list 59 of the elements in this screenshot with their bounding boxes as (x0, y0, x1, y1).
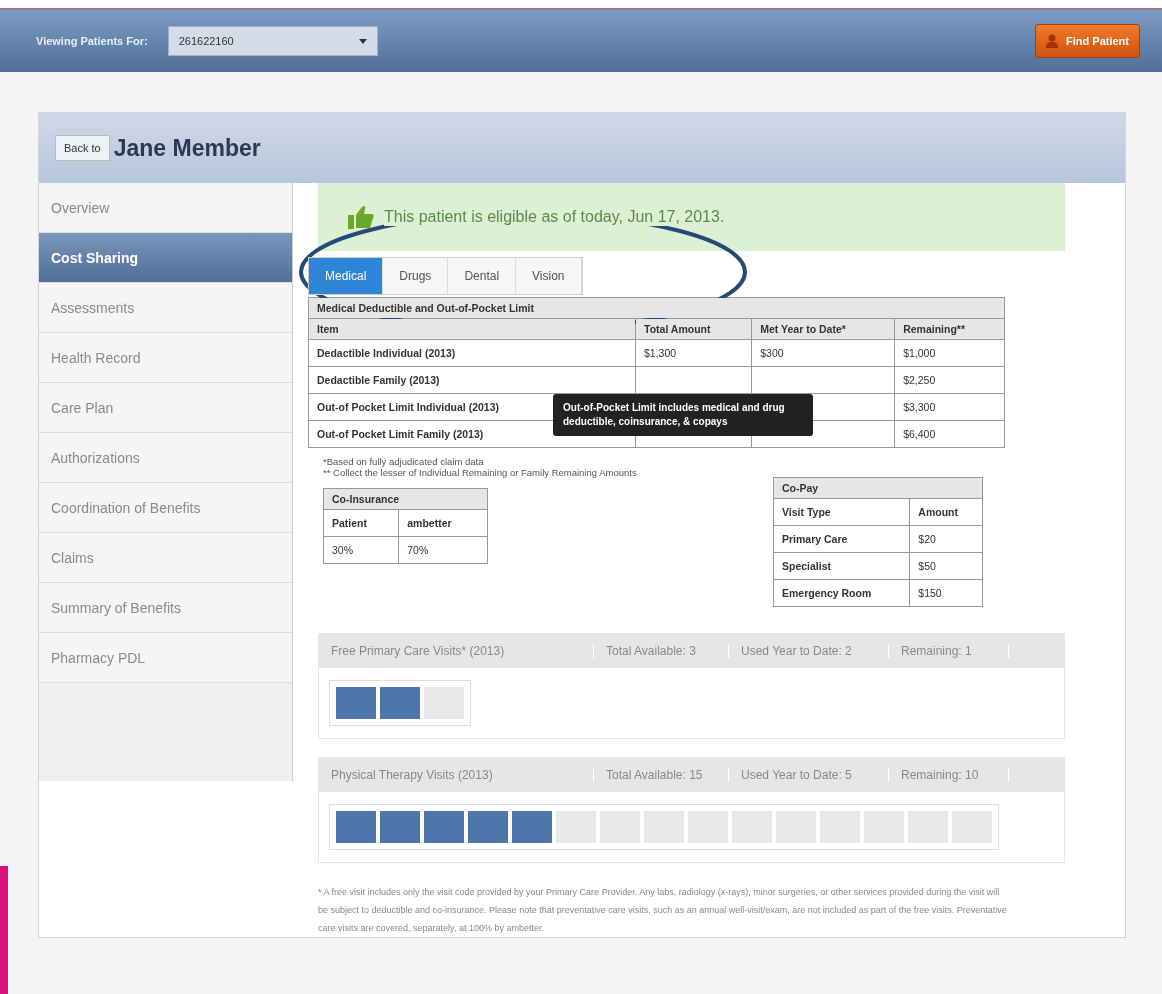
table-cell: 70% (398, 536, 488, 564)
table-cell: Primary Care (773, 525, 910, 553)
table-cell: $1,000 (894, 339, 1005, 367)
visit-title: Free Primary Care Visits* (2013) (319, 644, 594, 658)
caret-icon (358, 38, 367, 44)
column-header: Item (308, 318, 636, 340)
sidebar-item[interactable]: Overview (39, 183, 292, 233)
table-cell: $2,250 (894, 366, 1005, 394)
table-cell: 30% (323, 536, 399, 564)
patient-select[interactable]: 261622160 (167, 26, 378, 56)
table-cell: $150 (909, 579, 983, 607)
sidebar-item[interactable]: Health Record (39, 333, 292, 383)
used-to-date: Used Year to Date: 5 (729, 768, 889, 782)
table-title: Medical Deductible and Out-of-Pocket Limit (308, 297, 1005, 319)
disclaimer: * A free visit includes only the visit code provided by your Primary Care Provider. Any labs, radiology (x-rays), minor surgeries, or other services provided during the visit will be subject to deductible and co-insurance. Please note that preventative care visits, such as an annual well-visit/exam, are not included as part of the free visits. Preventative care visits are covered, separately, at 100% by ambetter. (318, 886, 1008, 935)
total-available: Total Available: 3 (594, 644, 729, 658)
remaining-count: Remaining: 10 (889, 768, 1009, 782)
column-header: Patient (323, 509, 399, 537)
table-cell: $1,300 (635, 339, 752, 367)
remaining-count: Remaining: 1 (889, 644, 1009, 658)
table-cell: $50 (909, 552, 983, 580)
sidebar-item[interactable]: Claims (39, 533, 292, 583)
used-to-date: Used Year to Date: 2 (729, 644, 889, 658)
sidebar-item[interactable]: Assessments (39, 283, 292, 333)
table-cell: Dedactible Individual (2013) (308, 339, 636, 367)
table-title: Co-Insurance (323, 488, 488, 510)
find-patient-button[interactable]: Find Patient (1035, 24, 1140, 58)
sidebar-item[interactable]: Cost Sharing (39, 233, 292, 283)
sidebar-item[interactable]: Summary of Benefits (39, 583, 292, 633)
person-icon (1046, 34, 1059, 48)
total-available: Total Available: 15 (594, 768, 729, 782)
table-cell: Specialist (773, 552, 910, 580)
footnote: *Based on fully adjudicated claim data (322, 456, 485, 467)
tab[interactable]: Dental (448, 258, 517, 294)
table-title: Co-Pay (773, 477, 983, 499)
table-cell: $300 (751, 339, 895, 367)
table-cell: $3,300 (894, 393, 1005, 421)
eligibility-text: This patient is eligible as of today, Jun 17, 2013. (384, 208, 725, 226)
tab[interactable]: Medical (309, 258, 384, 294)
viewing-label: Viewing Patients For: (36, 35, 148, 47)
table-cell: $6,400 (894, 420, 1005, 448)
column-header: ambetter (398, 509, 488, 537)
sidebar-item[interactable]: Authorizations (39, 433, 292, 483)
table-cell: $20 (909, 525, 983, 553)
visit-title: Physical Therapy Visits (2013) (319, 768, 594, 782)
column-header: Visit Type (773, 498, 910, 526)
patient-name: Jane Member (113, 134, 261, 162)
thumbs-up-icon (348, 205, 374, 229)
sidebar-item[interactable]: Coordination of Benefits (39, 483, 292, 533)
tooltip: Out-of-Pocket Limit includes medical and drug deductible, coinsurance, & copays (553, 394, 813, 436)
footnote: ** Collect the lesser of Individual Remaining or Family Remaining Amounts (323, 467, 637, 478)
tab[interactable]: Drugs (383, 258, 449, 294)
table-cell: Dedactible Family (2013) (308, 366, 636, 394)
back-button[interactable]: Back to (55, 135, 110, 161)
column-header: Amount (909, 498, 983, 526)
sidebar-item[interactable]: Care Plan (39, 383, 292, 433)
tab[interactable]: Vision (516, 258, 582, 294)
table-cell: Emergency Room (773, 579, 910, 607)
sidebar-item[interactable]: Pharmacy PDL (39, 633, 292, 683)
